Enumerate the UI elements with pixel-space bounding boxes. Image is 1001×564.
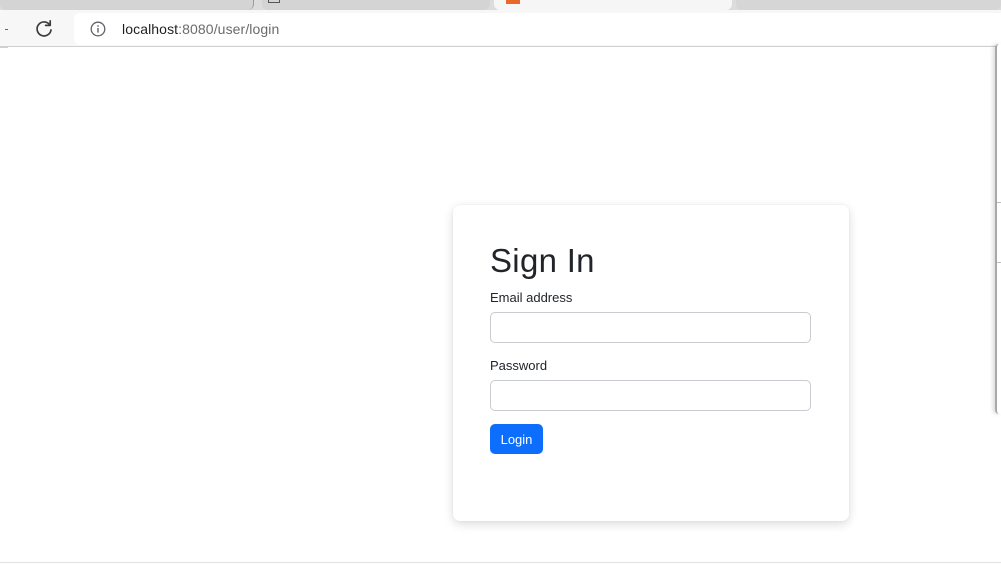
side-panel-divider	[997, 202, 1001, 203]
browser-toolbar: localhost:8080/user/login	[0, 10, 1001, 47]
browser-tab-active[interactable]	[494, 0, 732, 10]
address-url[interactable]: localhost:8080/user/login	[122, 21, 279, 37]
left-window-edge	[0, 47, 8, 564]
browser-tab[interactable]	[262, 0, 490, 10]
side-panel-divider	[997, 262, 1001, 263]
tab-favicon-icon	[506, 0, 520, 4]
password-label: Password	[490, 358, 548, 373]
reload-button[interactable]	[30, 15, 58, 43]
back-button-edge[interactable]	[5, 29, 8, 30]
email-field[interactable]	[490, 312, 811, 343]
page-title: Sign In	[490, 242, 595, 279]
url-path: :8080/user/login	[178, 21, 280, 37]
bottom-divider	[0, 562, 1001, 563]
browser-tab[interactable]	[0, 0, 254, 10]
address-bar[interactable]: localhost:8080/user/login	[74, 13, 1001, 45]
reload-icon	[36, 19, 52, 37]
browser-tab[interactable]	[736, 0, 1001, 10]
side-panel-edge	[995, 44, 1001, 414]
url-host: localhost	[122, 21, 179, 37]
info-icon[interactable]	[89, 20, 107, 38]
browser-tab-strip	[0, 0, 1001, 10]
email-label: Email address	[490, 290, 573, 305]
login-card: Sign In Email address Password Login	[453, 205, 849, 521]
login-button[interactable]: Login	[490, 424, 543, 454]
password-field[interactable]	[490, 380, 811, 411]
document-icon	[268, 0, 280, 3]
left-edge-divider	[0, 47, 8, 48]
